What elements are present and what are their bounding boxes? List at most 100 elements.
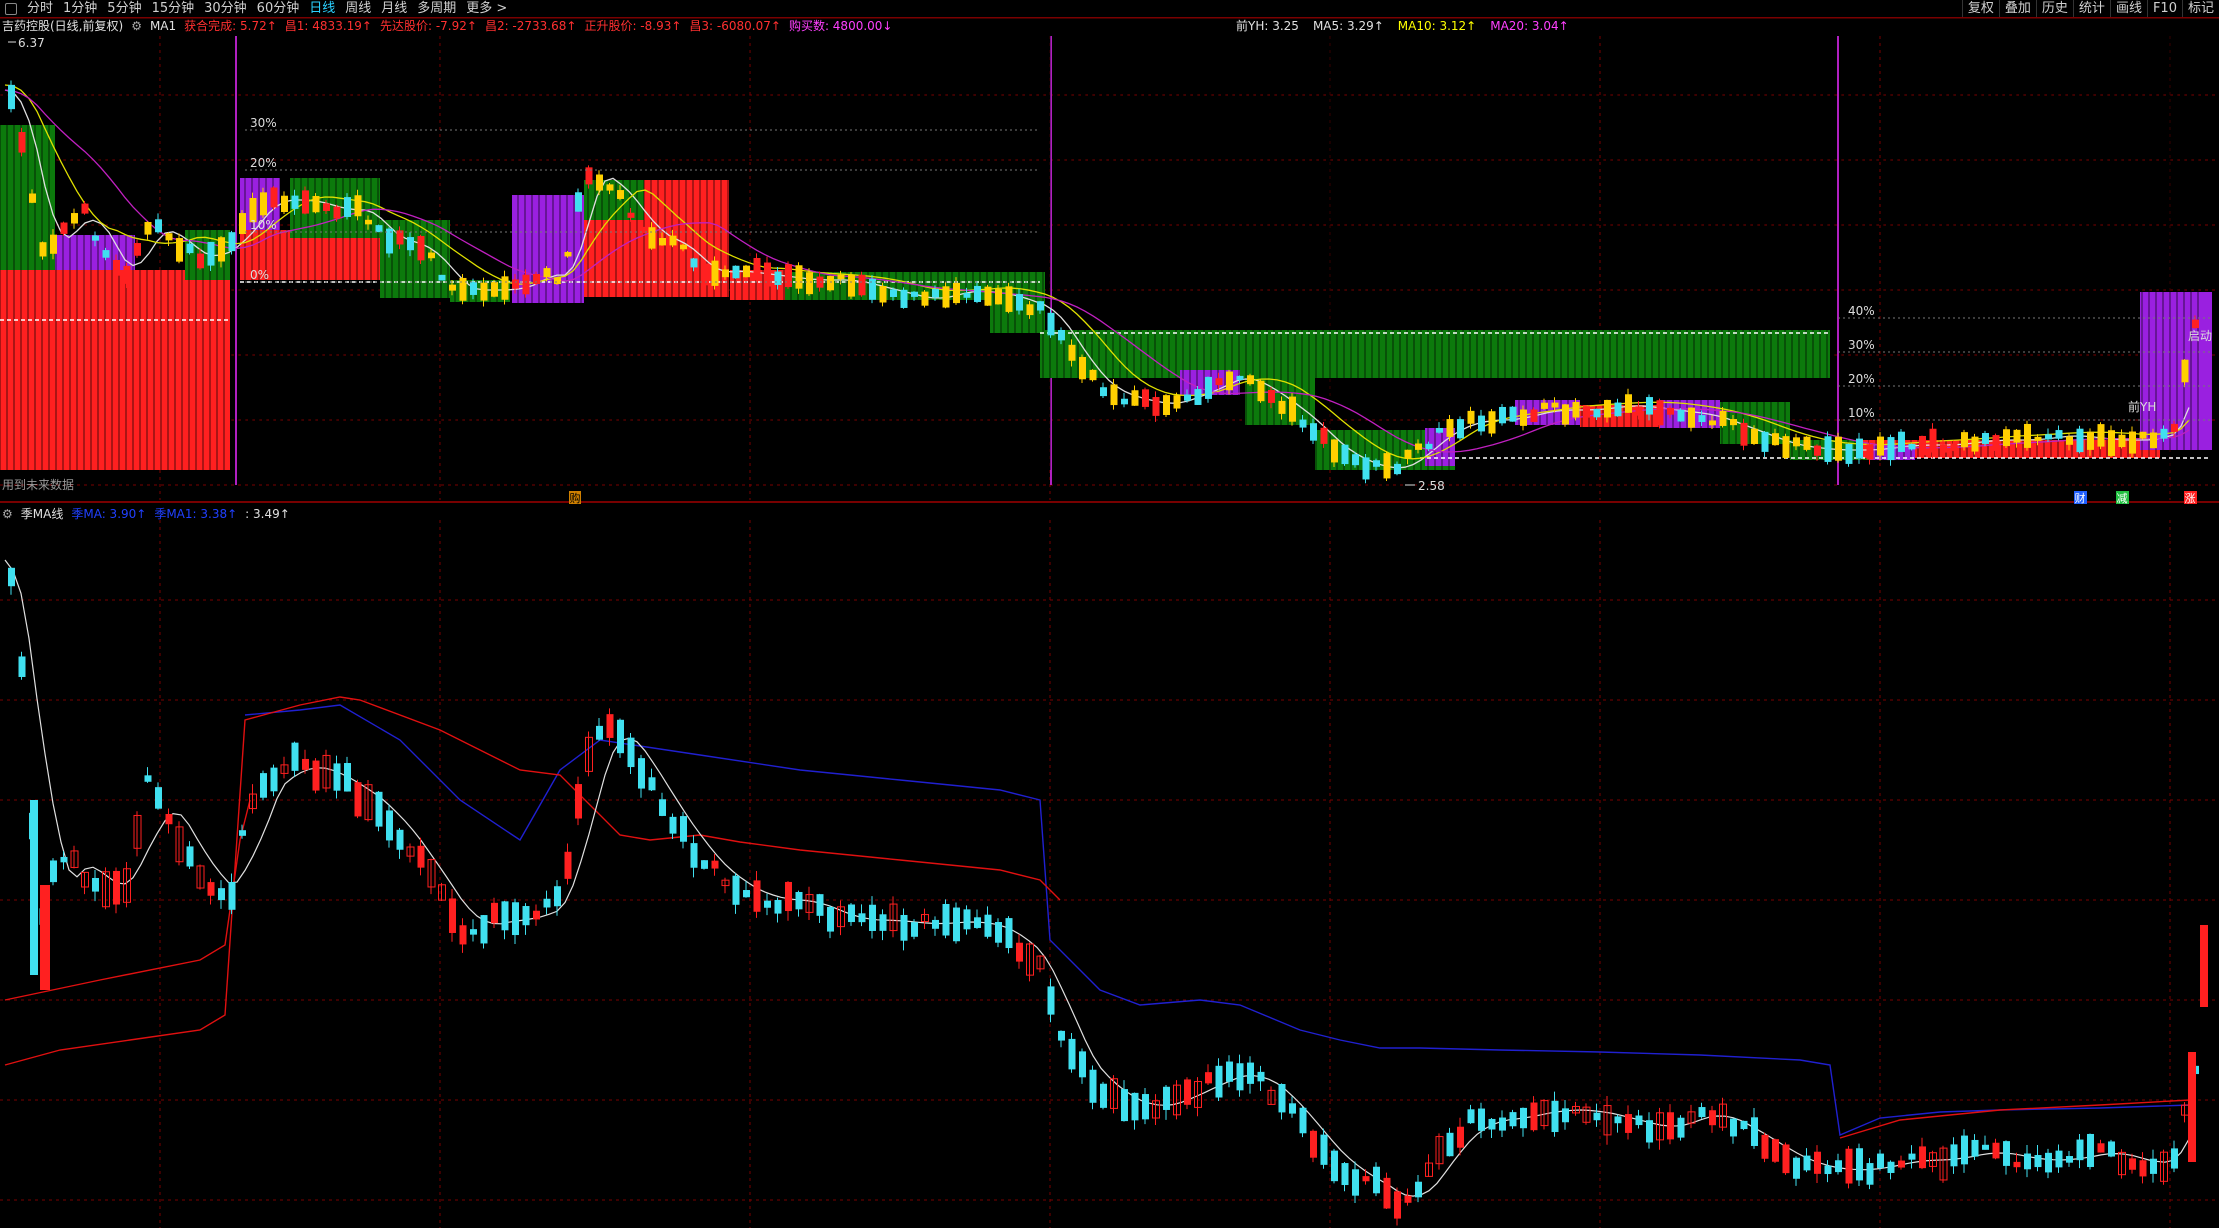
candle-37 — [396, 230, 404, 245]
candle-65 — [690, 258, 698, 268]
sub-candle-123 — [1299, 1107, 1307, 1134]
future-data-note: 用到未来数据 — [2, 478, 75, 492]
candle-57 — [606, 184, 614, 191]
candle-195 — [2055, 430, 2063, 439]
sub-candle-178 — [1877, 1153, 1884, 1169]
candle-35 — [375, 225, 383, 233]
sub-candle-138 — [1457, 1126, 1464, 1148]
candle-184 — [1940, 444, 1947, 453]
sub-candle-51 — [543, 898, 551, 908]
candle-94 — [995, 289, 1002, 305]
candle-181 — [1908, 443, 1916, 450]
candle-8 — [92, 235, 99, 241]
sub-candle-17 — [186, 846, 194, 867]
indicator-gear-icon[interactable]: ⚙ — [131, 18, 142, 34]
sub-candle-187 — [1971, 1139, 1979, 1157]
sub-big-bar-right2 — [2188, 1052, 2196, 1162]
candle-122 — [1289, 396, 1296, 422]
sub-candle-28 — [302, 758, 309, 770]
candle-134 — [1415, 443, 1422, 450]
candle-158 — [1667, 407, 1674, 415]
sub-candle-177 — [1866, 1163, 1874, 1185]
candle-139 — [1467, 410, 1475, 424]
sub-candle-43 — [459, 925, 467, 945]
candle-121 — [1278, 400, 1286, 414]
sub-candle-174 — [1835, 1160, 1842, 1173]
sub-candle-50 — [533, 910, 540, 920]
candle-79 — [837, 274, 845, 280]
sub-candle-140 — [1478, 1108, 1485, 1131]
candle-80 — [848, 274, 855, 297]
sub-candle-85 — [900, 914, 908, 941]
sub-candle-101 — [1068, 1038, 1076, 1070]
sub-candle-61 — [648, 777, 656, 791]
pct-tick-mid-3: 0% — [250, 268, 269, 282]
kline-chart[interactable]: 30% 20% 10% 0% 40% 30% 20% 10% 6.37 2.58 前YH 启动购 财 减 涨 — [0, 0, 2219, 1228]
candle-16 — [176, 238, 183, 262]
candle-151 — [1593, 408, 1601, 418]
ji-ma1-line-c — [1839, 1099, 2191, 1139]
sub-candle-182 — [1919, 1146, 1926, 1169]
candle-144 — [1520, 409, 1527, 426]
candle-10 — [113, 259, 120, 276]
sub-candle-194 — [2045, 1152, 2052, 1173]
candle-190 — [2003, 429, 2010, 447]
sub-candle-186 — [1961, 1135, 1968, 1165]
sub-candle-153 — [1614, 1116, 1622, 1124]
sub-big-bar-left2 — [30, 800, 38, 975]
candle-58 — [617, 190, 624, 199]
sub-candle-124 — [1310, 1130, 1317, 1158]
sub-candle-148 — [1562, 1108, 1569, 1123]
candle-106 — [1121, 398, 1128, 405]
candle-165 — [1740, 422, 1748, 446]
indicator-name[interactable]: MA1 — [150, 18, 176, 34]
sub-candle-67 — [711, 860, 719, 869]
sub-candle-57 — [606, 714, 614, 738]
candle-28 — [302, 190, 309, 214]
sub-candle-196 — [2066, 1156, 2073, 1163]
indicator-value-3: 昌2: -2733.68↑ — [484, 19, 577, 33]
sub-candle-44 — [470, 929, 477, 935]
sub-candle-63 — [669, 816, 677, 834]
candle-49 — [522, 274, 530, 295]
sub-gear-icon[interactable]: ⚙ — [2, 506, 13, 522]
candle-192 — [2024, 423, 2031, 448]
sub-candle-83 — [879, 914, 887, 931]
sub-candle-129 — [1362, 1176, 1370, 1182]
candle-2 — [29, 193, 36, 203]
sub-candle-88 — [932, 919, 939, 929]
sub-title[interactable]: 季MA线 — [21, 506, 64, 522]
indicator-value-1: 昌1: 4833.19↑ — [284, 19, 372, 33]
stock-title: 吉药控股(日线,前复权) — [2, 19, 124, 33]
sub-candle-77 — [816, 894, 824, 916]
sub-candle-0 — [8, 567, 15, 587]
candle-43 — [459, 277, 467, 301]
main-info-bar: 吉药控股(日线,前复权) ⚙ MA1 获合完成: 5.72↑ 昌1: 4833.1… — [2, 18, 892, 34]
candle-120 — [1268, 390, 1275, 403]
candle-179 — [1887, 437, 1895, 461]
candle-126 — [1331, 439, 1338, 463]
candle-149 — [1572, 401, 1580, 418]
candle-91 — [963, 292, 971, 298]
candle-27 — [291, 195, 299, 209]
pct-tick-right-1: 30% — [1848, 338, 1875, 352]
candle-166 — [1751, 428, 1758, 444]
sub-candle-60 — [638, 758, 645, 789]
sub-candle-107 — [1131, 1092, 1139, 1121]
sub-big-bar-left — [40, 885, 50, 990]
candle-83 — [879, 286, 887, 303]
candle-202 — [2129, 431, 2136, 454]
candle-98 — [1037, 301, 1044, 311]
sub-candle-185 — [1950, 1144, 1958, 1167]
candle-33 — [354, 195, 362, 217]
sub-candle-132 — [1394, 1191, 1401, 1219]
candle-174 — [1835, 436, 1842, 461]
sub-candle-179 — [1887, 1161, 1895, 1173]
candle-84 — [890, 289, 897, 297]
candle-130 — [1373, 460, 1380, 467]
sub-candle-108 — [1142, 1094, 1149, 1120]
sub-candle-198 — [2087, 1133, 2094, 1167]
sub-candle-66 — [701, 860, 708, 869]
indicator-value-0: 获合完成: 5.72↑ — [184, 19, 277, 33]
sub-candle-170 — [1793, 1157, 1800, 1179]
